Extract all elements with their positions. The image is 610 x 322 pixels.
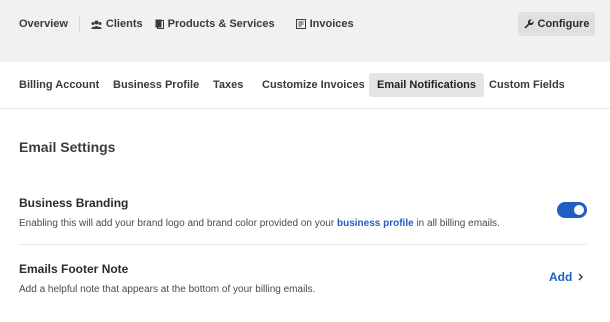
wrench-icon [524, 19, 534, 29]
configure-button[interactable]: Configure [518, 12, 595, 36]
toggle-knob [574, 205, 584, 215]
settings-tabs: Billing Account Business Profile Taxes C… [0, 62, 610, 109]
tab-email-notifications[interactable]: Email Notifications [369, 73, 485, 97]
top-nav: Overview Clients Products & Services Inv… [19, 17, 354, 31]
business-branding-toggle[interactable] [557, 202, 587, 218]
document-icon [155, 19, 164, 29]
nav-clients[interactable]: Clients [90, 18, 143, 30]
nav-overview[interactable]: Overview [19, 18, 68, 30]
tab-label: Email Notifications [377, 79, 477, 91]
description-text: Enabling this will add your brand logo a… [19, 218, 337, 229]
emails-footer-note-description: Add a helpful note that appears at the b… [19, 284, 316, 295]
section-title: Email Settings [19, 139, 116, 155]
tab-billing-account[interactable]: Billing Account [11, 73, 107, 97]
nav-products-services-label: Products & Services [167, 18, 275, 30]
business-branding-title: Business Branding [19, 196, 129, 210]
tab-label: Custom Fields [489, 79, 565, 91]
nav-products-services[interactable]: Products & Services [155, 18, 275, 30]
nav-clients-label: Clients [105, 18, 143, 30]
emails-footer-note-title: Emails Footer Note [19, 262, 129, 276]
invoice-icon [295, 19, 306, 29]
tab-label: Billing Account [19, 79, 100, 91]
tab-label: Business Profile [113, 79, 200, 91]
description-text: in all billing emails. [413, 218, 500, 229]
business-profile-link[interactable]: business profile [337, 218, 414, 229]
divider [19, 244, 587, 245]
configure-label: Configure [537, 18, 590, 30]
tab-label: Taxes [213, 79, 244, 91]
nav-invoices-label: Invoices [309, 18, 354, 30]
tab-taxes[interactable]: Taxes [205, 73, 251, 97]
business-branding-description: Enabling this will add your brand logo a… [19, 218, 500, 229]
nav-overview-label: Overview [19, 18, 68, 30]
add-footer-note-button[interactable]: Add [549, 270, 584, 284]
add-label: Add [549, 270, 573, 284]
tab-customize-invoices[interactable]: Customize Invoices [254, 73, 373, 97]
tab-custom-fields[interactable]: Custom Fields [481, 73, 573, 97]
chevron-right-icon [578, 273, 584, 281]
nav-invoices[interactable]: Invoices [295, 18, 354, 30]
tab-label: Customize Invoices [262, 79, 365, 91]
top-navigation-bar: Overview Clients Products & Services Inv… [0, 0, 610, 62]
users-icon [90, 20, 102, 29]
nav-divider [78, 17, 80, 31]
tab-business-profile[interactable]: Business Profile [105, 73, 207, 97]
